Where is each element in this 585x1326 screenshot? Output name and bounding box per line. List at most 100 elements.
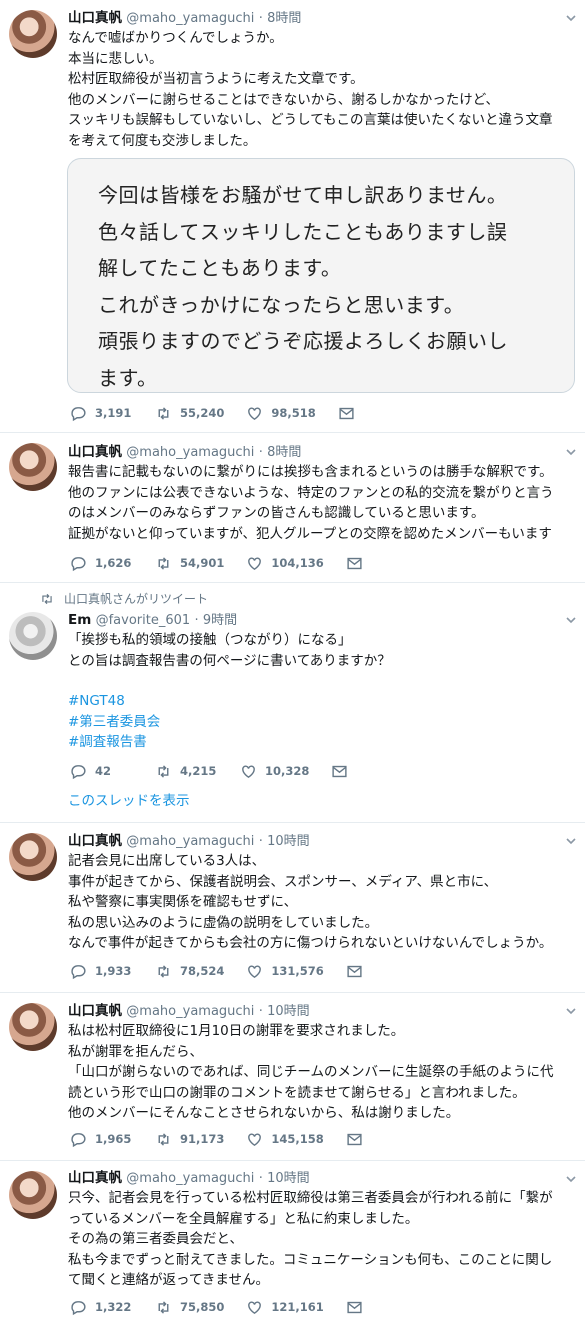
username[interactable]: @maho_yamaguchi — [126, 834, 254, 849]
tweet-line: 只今、記者会見を行っている松村匠取締役は第三者委員会が行われる前に「繋が — [68, 1190, 553, 1206]
retweet-button[interactable]: 91,173 — [155, 1129, 224, 1149]
retweet-button[interactable]: 78,524 — [155, 961, 224, 981]
timestamp[interactable]: 8時間 — [267, 11, 301, 26]
timestamp[interactable]: 10時間 — [267, 1171, 310, 1186]
heart-icon — [248, 1132, 262, 1146]
tweet[interactable]: 山口真帆 @maho_yamaguchi · 10時間 記者会見に出席している3… — [0, 823, 585, 993]
retweet-count: 78,524 — [180, 964, 225, 978]
direct-message-button[interactable] — [346, 963, 371, 980]
hashtag-link[interactable]: #第三者委員会 — [68, 712, 575, 733]
reply-button[interactable]: 1,933 — [70, 961, 133, 981]
username[interactable]: @favorite_601 — [96, 613, 191, 628]
heart-icon — [248, 406, 262, 420]
image-text-line: 今回は皆様をお騒がせて申し訳ありません。 — [98, 183, 508, 207]
display-name[interactable]: Em — [68, 612, 91, 628]
like-button[interactable]: 98,518 — [246, 403, 316, 423]
envelope-icon — [347, 965, 362, 977]
tweet-line: スッキリも誤解もしていないし、どうしてもこの言葉は使いたくないと違う文章 — [68, 112, 553, 128]
username[interactable]: @maho_yamaguchi — [126, 1171, 254, 1186]
reply-icon — [71, 964, 86, 979]
retweet-button[interactable]: 54,901 — [155, 553, 224, 573]
reply-count: 1,626 — [95, 556, 132, 570]
chevron-down-icon[interactable] — [565, 1005, 577, 1017]
tweet[interactable]: 山口真帆 @maho_yamaguchi · 8時間 なんで嘘ばかりつくんでしょ… — [0, 0, 585, 433]
tweet-text: 記者会見に出席している3人は、 事件が起きてから、保護者説明会、スポンサー、メデ… — [68, 851, 575, 954]
retweet-count: 54,901 — [180, 556, 225, 570]
tweet-header: Em @favorite_601 · 9時間 — [68, 610, 575, 630]
direct-message-button[interactable] — [346, 555, 371, 572]
timestamp[interactable]: 10時間 — [267, 834, 310, 849]
tweet-line: 「挨拶も私的領域の接触（つながり）になる」 — [68, 632, 352, 648]
chevron-down-icon[interactable] — [565, 835, 577, 847]
like-count: 145,158 — [271, 1132, 324, 1146]
username[interactable]: @maho_yamaguchi — [126, 445, 254, 460]
direct-message-button[interactable] — [346, 1299, 371, 1316]
show-thread-link[interactable]: このスレッドを表示 — [68, 791, 190, 811]
retweet-context[interactable]: 山口真帆さんがリツイート — [40, 589, 208, 609]
tweet-line: 松村匠取締役が当初言うように考えた文章です。 — [68, 71, 364, 87]
tweet-header: 山口真帆 @maho_yamaguchi · 8時間 — [68, 442, 575, 462]
reply-count: 1,322 — [95, 1300, 132, 1314]
envelope-icon — [339, 407, 354, 419]
like-button[interactable]: 104,136 — [246, 553, 324, 573]
retweet-button[interactable]: 4,215 — [155, 761, 218, 781]
tweet[interactable]: 山口真帆さんがリツイート Em @favorite_601 · 9時間 「挨拶も… — [0, 583, 585, 823]
direct-message-button[interactable] — [338, 405, 363, 422]
reply-button[interactable]: 1,965 — [70, 1129, 133, 1149]
chevron-down-icon[interactable] — [565, 1173, 577, 1185]
avatar[interactable] — [9, 10, 57, 58]
hashtag-link[interactable]: #NGT48 — [68, 691, 575, 712]
username[interactable]: @maho_yamaguchi — [126, 1004, 254, 1019]
image-text-line: これがきっかけになったらと思います。 — [98, 292, 465, 317]
direct-message-button[interactable] — [346, 1131, 371, 1148]
like-count: 104,136 — [271, 556, 324, 570]
retweet-icon — [158, 406, 169, 420]
tweet-text: 私は松村匠取締役に1月10日の謝罪を要求されました。 私が謝罪を拒んだら、 「山… — [68, 1021, 575, 1124]
display-name[interactable]: 山口真帆 — [68, 444, 122, 460]
attached-image[interactable]: 今回は皆様をお騒がせて申し訳ありません。 色々話してスッキリしたこともありますし… — [67, 158, 575, 393]
display-name[interactable]: 山口真帆 — [68, 1170, 122, 1186]
reply-button[interactable]: 1,626 — [70, 553, 133, 573]
chevron-down-icon[interactable] — [565, 446, 577, 458]
tweet-line: 事件が起きてから、保護者説明会、スポンサー、メディア、県と市に、 — [68, 873, 498, 890]
reply-count: 1,933 — [95, 964, 132, 978]
reply-icon — [71, 764, 86, 779]
tweet[interactable]: 山口真帆 @maho_yamaguchi · 10時間 只今、記者会見を行ってい… — [0, 1161, 585, 1326]
avatar[interactable] — [9, 443, 57, 491]
tweet-header: 山口真帆 @maho_yamaguchi · 10時間 — [68, 1168, 575, 1188]
display-name[interactable]: 山口真帆 — [68, 833, 122, 849]
like-button[interactable]: 131,576 — [246, 961, 324, 981]
tweet-line: なんで事件が起きてからも会社の方に傷つけられないといけないんでしょうか。 — [68, 935, 553, 951]
avatar[interactable] — [9, 612, 57, 660]
reply-button[interactable]: 42 — [70, 761, 133, 781]
like-button[interactable]: 10,328 — [240, 761, 309, 781]
heart-icon — [242, 764, 255, 778]
retweet-count: 4,215 — [180, 764, 217, 778]
avatar[interactable] — [9, 1003, 57, 1051]
reply-button[interactable]: 3,191 — [70, 403, 133, 423]
timestamp[interactable]: 9時間 — [203, 613, 237, 628]
tweet-line: 私の思い込みのように虚偽の説明をしていました。 — [68, 914, 379, 931]
chevron-down-icon[interactable] — [565, 614, 577, 626]
like-button[interactable]: 121,161 — [246, 1297, 324, 1317]
direct-message-button[interactable] — [331, 763, 356, 780]
hashtag-link[interactable]: #調査報告書 — [68, 732, 575, 753]
timestamp[interactable]: 10時間 — [267, 1004, 310, 1019]
display-name[interactable]: 山口真帆 — [68, 1003, 122, 1019]
tweet-line: 読という形で山口の謝罪のコメントを読ませて謝らせる」と言われました。 — [68, 1084, 526, 1101]
retweet-button[interactable]: 75,850 — [155, 1297, 224, 1317]
tweet[interactable]: 山口真帆 @maho_yamaguchi · 8時間 報告書に記載もないのに繋が… — [0, 433, 585, 583]
like-button[interactable]: 145,158 — [246, 1129, 324, 1149]
display-name[interactable]: 山口真帆 — [68, 10, 122, 26]
chevron-down-icon[interactable] — [565, 12, 577, 24]
retweet-button[interactable]: 55,240 — [155, 403, 224, 423]
avatar[interactable] — [9, 1171, 57, 1219]
tweet[interactable]: 山口真帆 @maho_yamaguchi · 10時間 私は松村匠取締役に1月1… — [0, 993, 585, 1161]
timestamp[interactable]: 8時間 — [267, 445, 301, 460]
username[interactable]: @maho_yamaguchi — [126, 11, 254, 26]
reply-button[interactable]: 1,322 — [70, 1297, 133, 1317]
avatar[interactable] — [9, 833, 57, 881]
tweet-actions: 42 4,215 10,328 — [70, 762, 378, 780]
image-text-line: ます。 — [98, 365, 158, 390]
like-count: 131,576 — [271, 964, 324, 978]
